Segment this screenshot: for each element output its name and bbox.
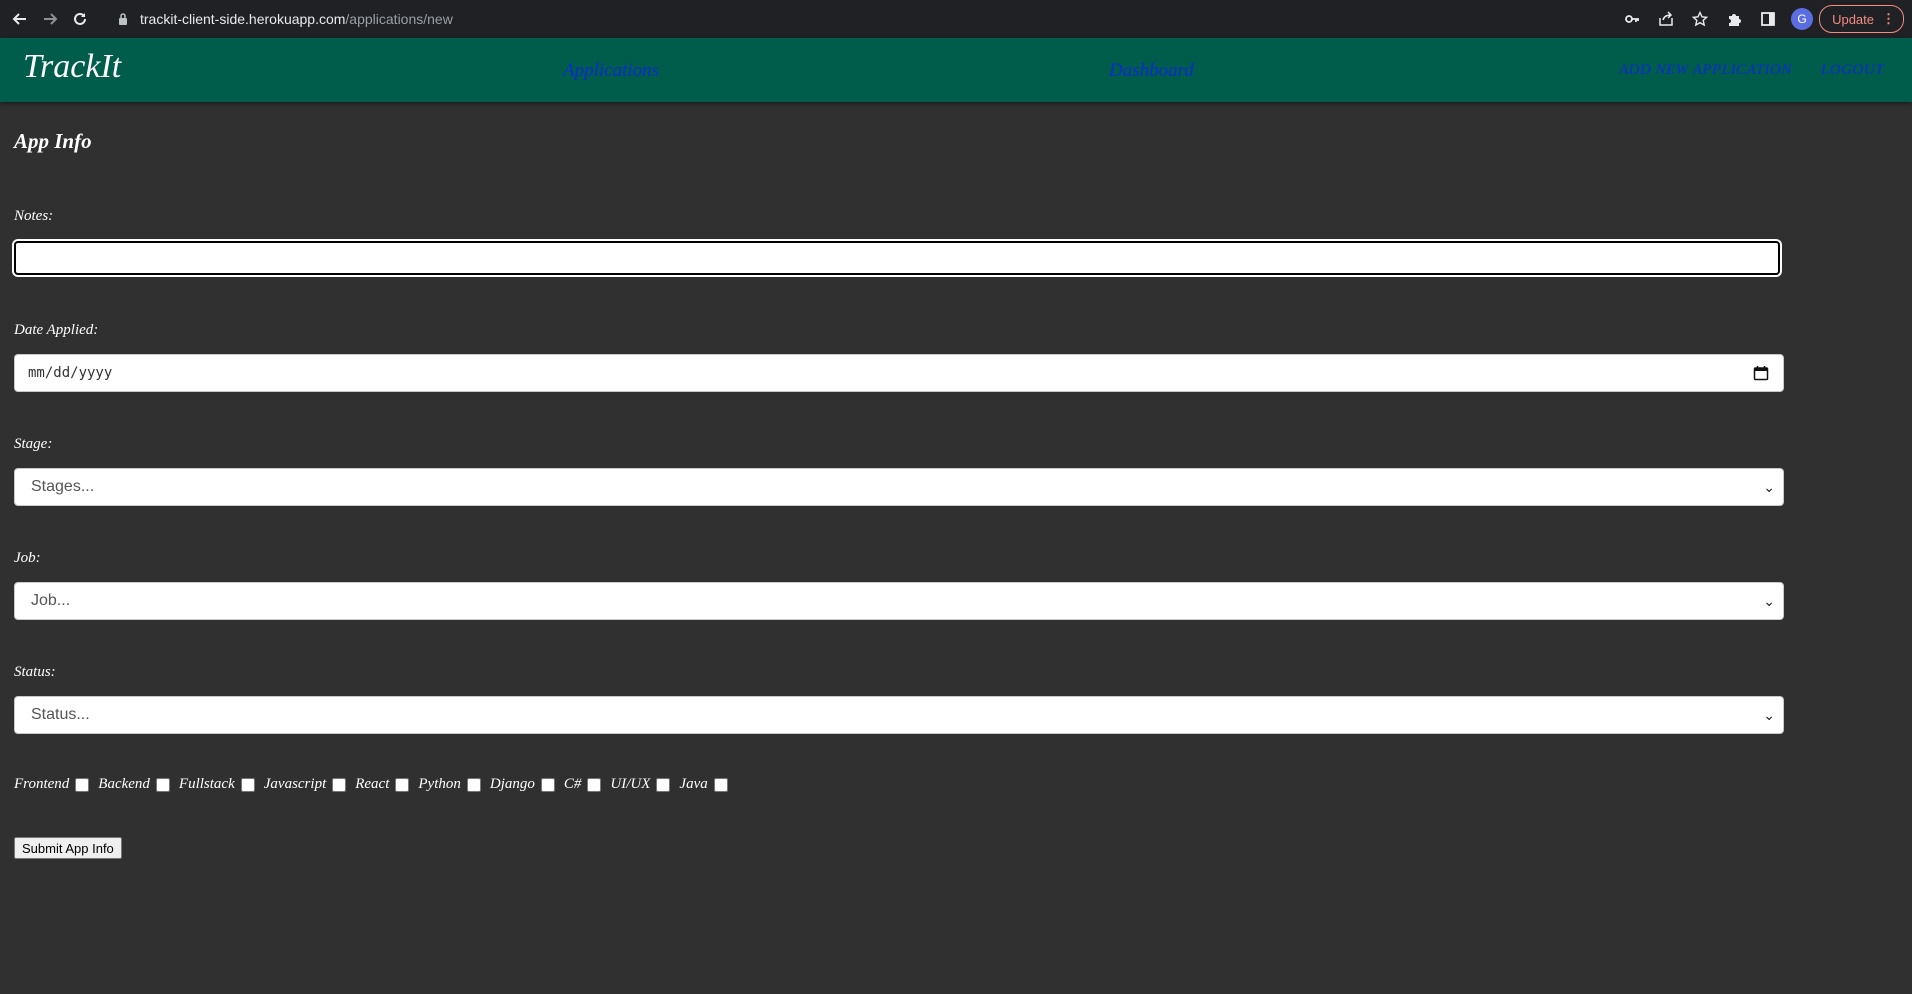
- nav-link-applications[interactable]: Applications: [563, 60, 659, 82]
- star-icon[interactable]: [1683, 0, 1717, 38]
- chevron-down-icon: ⌄: [1763, 478, 1775, 495]
- key-icon[interactable]: [1615, 0, 1649, 38]
- address-bar[interactable]: trackit-client-side.herokuapp.com/applic…: [106, 4, 1758, 34]
- side-panel-icon[interactable]: [1751, 0, 1785, 38]
- nav-link-dashboard[interactable]: Dashboard: [1109, 60, 1194, 82]
- chevron-down-icon: ⌄: [1763, 592, 1775, 609]
- tag-label: Frontend: [14, 776, 70, 792]
- status-select-value: Status...: [31, 706, 90, 723]
- profile-avatar[interactable]: G: [1791, 8, 1814, 30]
- nav-link-add-new-application[interactable]: ADD NEW APPLICATION: [1619, 62, 1792, 79]
- tag-javascript: Javascript: [263, 776, 347, 793]
- javascript-checkbox[interactable]: [332, 777, 347, 792]
- date-applied-input[interactable]: mm/dd/yyyy: [14, 354, 1784, 392]
- app-navbar: TrackIt Applications Dashboard ADD NEW A…: [0, 38, 1912, 102]
- django-checkbox[interactable]: [540, 777, 555, 792]
- tag-java: Java: [679, 776, 728, 793]
- status-select[interactable]: Status... ⌄: [14, 696, 1784, 734]
- tag-label: Java: [679, 776, 708, 792]
- job-select-value: Job...: [31, 592, 71, 609]
- extensions-icon[interactable]: [1717, 0, 1751, 38]
- menu-dots-icon: ⋮: [1882, 11, 1895, 26]
- job-label: Job:: [14, 550, 41, 566]
- reload-button[interactable]: [65, 4, 95, 34]
- browser-toolbar: trackit-client-side.herokuapp.com/applic…: [0, 0, 1912, 38]
- url-host: trackit-client-side.herokuapp.com: [140, 11, 346, 27]
- tag-label: C#: [563, 776, 582, 792]
- tag-label: UI/UX: [610, 776, 651, 792]
- url-path: /applications/new: [345, 11, 453, 27]
- lock-icon: [119, 13, 127, 25]
- tag-label: Django: [489, 776, 535, 792]
- submit-button[interactable]: Submit App Info: [14, 837, 122, 859]
- stage-label: Stage:: [14, 436, 53, 452]
- arrow-left-icon: [12, 13, 26, 25]
- tag-django: Django: [490, 776, 555, 793]
- brand-logo[interactable]: TrackIt: [23, 48, 121, 86]
- tag-fullstack: Fullstack: [179, 776, 255, 793]
- status-label: Status:: [14, 664, 56, 680]
- back-button[interactable]: [5, 4, 35, 34]
- forward-button[interactable]: [35, 4, 65, 34]
- csharp-checkbox[interactable]: [587, 777, 602, 792]
- tag-label: Backend: [98, 776, 150, 792]
- browser-actions: G Update ⋮: [1615, 0, 1912, 38]
- tag-label: Javascript: [263, 776, 327, 792]
- chevron-down-icon: ⌄: [1763, 706, 1775, 723]
- update-button[interactable]: Update ⋮: [1819, 5, 1904, 33]
- calendar-icon[interactable]: [1753, 365, 1769, 381]
- nav-link-logout[interactable]: LOGOUT: [1821, 62, 1884, 79]
- tag-python: Python: [418, 776, 481, 793]
- frontend-checkbox[interactable]: [75, 777, 90, 792]
- python-checkbox[interactable]: [466, 777, 481, 792]
- page-title: App Info: [14, 129, 92, 153]
- update-label: Update: [1832, 11, 1874, 27]
- fullstack-checkbox[interactable]: [240, 777, 255, 792]
- arrow-right-icon: [44, 13, 58, 25]
- tag-label: Fullstack: [178, 776, 235, 792]
- java-checkbox[interactable]: [713, 777, 728, 792]
- notes-input[interactable]: [14, 241, 1780, 275]
- date-placeholder: mm/dd/yyyy: [28, 365, 113, 381]
- tag-csharp: C#: [564, 776, 602, 793]
- stage-select-value: Stages...: [31, 478, 95, 495]
- stage-select[interactable]: Stages... ⌄: [14, 468, 1784, 506]
- tag-uiux: UI/UX: [610, 776, 671, 793]
- react-checkbox[interactable]: [395, 777, 410, 792]
- share-icon[interactable]: [1649, 0, 1683, 38]
- notes-label: Notes:: [14, 208, 54, 224]
- job-select[interactable]: Job... ⌄: [14, 582, 1784, 620]
- tag-label: Python: [418, 776, 461, 792]
- backend-checkbox[interactable]: [155, 777, 170, 792]
- tag-backend: Backend: [98, 776, 170, 793]
- reload-icon: [74, 12, 86, 25]
- uiux-checkbox[interactable]: [656, 777, 671, 792]
- tag-react: React: [355, 776, 410, 793]
- tag-checkboxes: Frontend Backend Fullstack Javascript Re…: [14, 776, 737, 793]
- tag-frontend: Frontend: [14, 776, 90, 793]
- tag-label: React: [355, 776, 390, 792]
- date-applied-label: Date Applied:: [14, 322, 99, 338]
